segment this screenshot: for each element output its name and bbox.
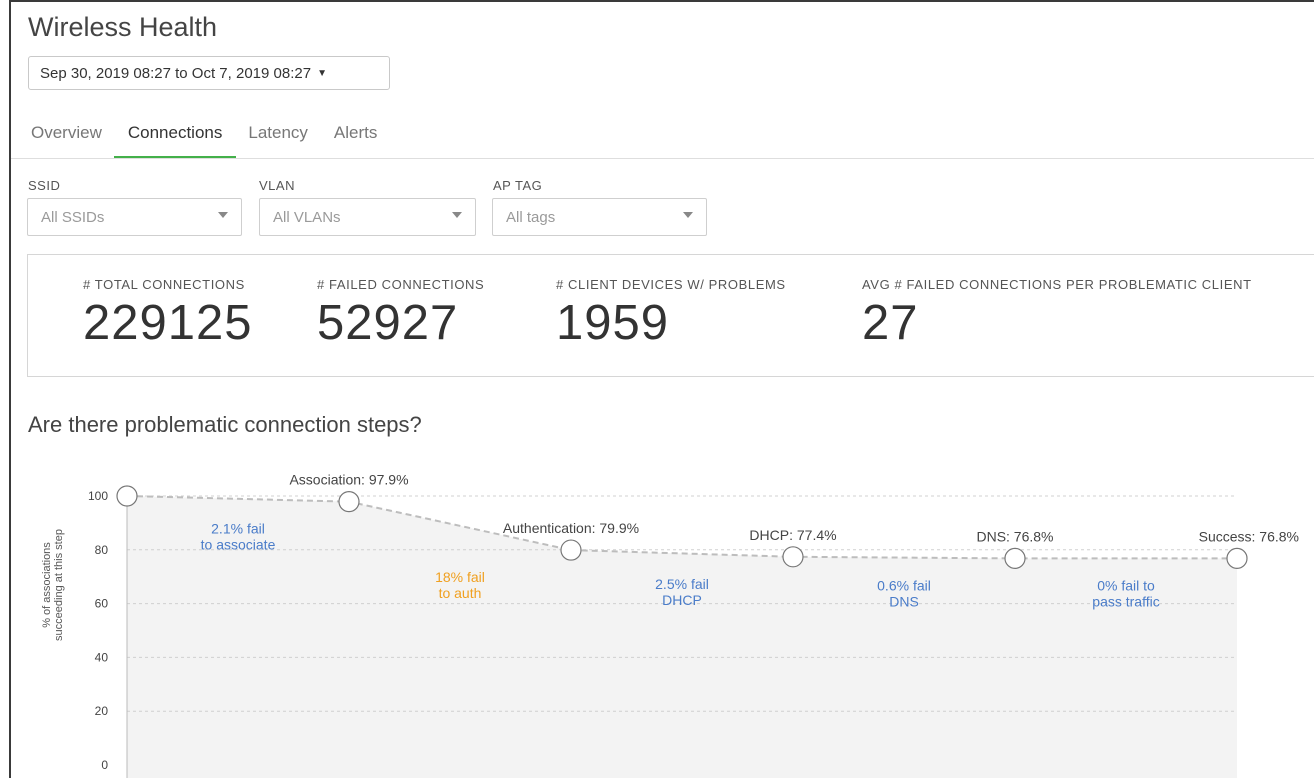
step-marker [116, 485, 138, 507]
vlan-label: VLAN [259, 178, 295, 193]
stat-value: 52927 [317, 296, 459, 350]
tabs-divider [11, 158, 1314, 159]
chevron-down-icon [218, 212, 228, 218]
stat-client-devices: # CLIENT DEVICES W/ PROBLEMS 1959 [556, 277, 786, 351]
ap-tag-select-value: All tags [506, 208, 556, 226]
tab-bar: Overview Connections Latency Alerts [31, 120, 403, 159]
y-tick-label: 40 [95, 650, 109, 664]
date-range-picker[interactable]: Sep 30, 2019 08:27 to Oct 7, 2019 08:27 … [28, 56, 390, 90]
fail-annotation: 0.6% fail [877, 577, 931, 593]
step-label: Success: 76.8% [1199, 528, 1299, 544]
tab-alerts[interactable]: Alerts [334, 120, 377, 158]
y-axis-title: % of associations [41, 542, 53, 628]
caret-down-icon: ▼ [317, 67, 327, 79]
y-axis-title: succeeding at this step [53, 529, 65, 641]
tab-overview[interactable]: Overview [31, 120, 102, 158]
y-tick-label: 20 [95, 704, 109, 718]
step-label: DHCP: 77.4% [749, 527, 836, 543]
step-marker [338, 491, 360, 513]
chart-area-fill [127, 496, 1237, 778]
ssid-select[interactable]: All SSIDs [27, 198, 242, 236]
step-marker [782, 546, 804, 568]
connection-steps-chart: 0 20 40 60 80 100 % of associations succeeding … [41, 472, 1299, 778]
stat-value: 27 [862, 296, 919, 350]
fail-annotation: DNS [889, 593, 919, 609]
page-title: Wireless Health [28, 12, 218, 42]
fail-annotation: to associate [201, 537, 276, 553]
stat-label: AVG # FAILED CONNECTIONS PER PROBLEMATIC… [862, 277, 1252, 292]
y-tick-label: 60 [95, 597, 109, 611]
vlan-select-value: All VLANs [273, 208, 341, 226]
step-label: Authentication: 79.9% [503, 520, 639, 536]
tab-connections[interactable]: Connections [113, 120, 236, 159]
fail-annotation: DHCP [662, 592, 702, 608]
vlan-select[interactable]: All VLANs [259, 198, 476, 236]
y-tick-label: 80 [95, 543, 109, 557]
step-label: DNS: 76.8% [976, 528, 1053, 544]
chevron-down-icon [683, 212, 693, 218]
fail-annotation: to auth [439, 585, 482, 601]
fail-annotation: 2.5% fail [655, 576, 709, 592]
y-tick-label: 100 [88, 489, 108, 503]
date-range-value: Sep 30, 2019 08:27 to Oct 7, 2019 08:27 [40, 64, 312, 82]
ssid-label: SSID [28, 178, 61, 193]
section-title: Are there problematic connection steps? [28, 412, 422, 437]
ap-tag-label: AP TAG [493, 178, 543, 193]
step-marker [1004, 547, 1026, 570]
step-marker [560, 539, 582, 561]
stat-avg-failed: AVG # FAILED CONNECTIONS PER PROBLEMATIC… [862, 277, 1252, 351]
step-label: Association: 97.9% [289, 472, 408, 488]
fail-annotation: 0% fail to [1097, 577, 1155, 593]
tab-latency[interactable]: Latency [248, 120, 308, 158]
ap-tag-select[interactable]: All tags [492, 198, 707, 236]
stat-total-connections: # TOTAL CONNECTIONS 229125 [83, 277, 253, 351]
step-marker [1226, 547, 1248, 570]
ssid-select-value: All SSIDs [41, 208, 105, 226]
fail-annotation: 18% fail [435, 569, 485, 585]
fail-annotation: pass traffic [1092, 593, 1159, 609]
stat-label: # TOTAL CONNECTIONS [83, 277, 245, 292]
chevron-down-icon [452, 212, 462, 218]
stat-value: 229125 [83, 296, 253, 350]
stat-label: # CLIENT DEVICES W/ PROBLEMS [556, 277, 786, 292]
stat-label: # FAILED CONNECTIONS [317, 277, 485, 292]
stat-failed-connections: # FAILED CONNECTIONS 52927 [317, 277, 484, 351]
stats-panel: # TOTAL CONNECTIONS 229125 # FAILED CONN… [27, 254, 1314, 377]
y-tick-label: 0 [101, 758, 108, 772]
fail-annotation: 2.1% fail [211, 521, 265, 537]
stat-value: 1959 [556, 296, 670, 350]
